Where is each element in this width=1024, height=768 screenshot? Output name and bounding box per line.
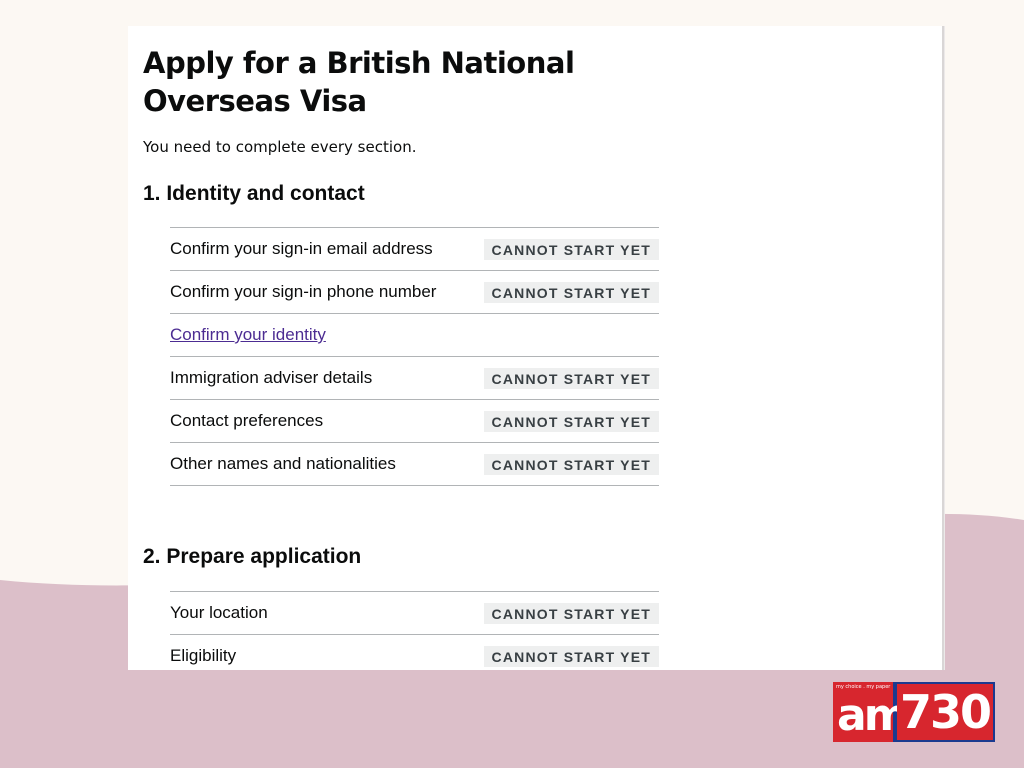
task-name: Other names and nationalities <box>170 454 396 473</box>
status-badge: CANNOT START YET <box>483 281 659 303</box>
status-badge: CANNOT START YET <box>483 645 659 667</box>
status-badge: CANNOT START YET <box>483 453 659 475</box>
task-name: Confirm your sign-in email address <box>170 239 433 258</box>
task-row-identity: Confirm your identity <box>170 314 659 357</box>
task-name: Contact preferences <box>170 411 324 430</box>
section-heading-identity: 1. Identity and contact <box>143 182 365 205</box>
task-row-email: Confirm your sign-in email address CANNO… <box>170 228 659 271</box>
task-row-location: Your location CANNOT START YET <box>170 592 659 635</box>
status-badge: CANNOT START YET <box>483 238 659 260</box>
page-title: Apply for a British National Overseas Vi… <box>143 46 575 118</box>
task-name: Eligibility <box>170 646 237 665</box>
status-badge: CANNOT START YET <box>483 367 659 389</box>
task-name: Your location <box>170 603 268 622</box>
task-row-contact-preferences: Contact preferences CANNOT START YET <box>170 400 659 443</box>
task-name: Confirm your sign-in phone number <box>170 282 437 301</box>
logo-am-block: my choice . my paper am <box>833 682 910 742</box>
task-name: Immigration adviser details <box>170 368 373 387</box>
status-badge: CANNOT START YET <box>483 410 659 432</box>
status-badge: CANNOT START YET <box>483 602 659 624</box>
task-row-adviser: Immigration adviser details CANNOT START… <box>170 357 659 400</box>
task-list-identity: Confirm your sign-in email address CANNO… <box>170 227 659 486</box>
task-row-phone: Confirm your sign-in phone number CANNOT… <box>170 271 659 314</box>
task-row-other-names: Other names and nationalities CANNOT STA… <box>170 443 659 486</box>
task-list-prepare: Your location CANNOT START YET Eligibili… <box>170 591 659 670</box>
task-row-eligibility: Eligibility CANNOT START YET <box>170 635 659 670</box>
am730-logo: my choice . my paper am 730 <box>833 682 995 742</box>
logo-number: 730 <box>897 684 993 740</box>
section-heading-prepare: 2. Prepare application <box>143 545 362 568</box>
confirm-identity-link[interactable]: Confirm your identity <box>170 325 326 345</box>
intro-text: You need to complete every section. <box>143 138 417 156</box>
application-panel: Apply for a British National Overseas Vi… <box>128 26 942 670</box>
